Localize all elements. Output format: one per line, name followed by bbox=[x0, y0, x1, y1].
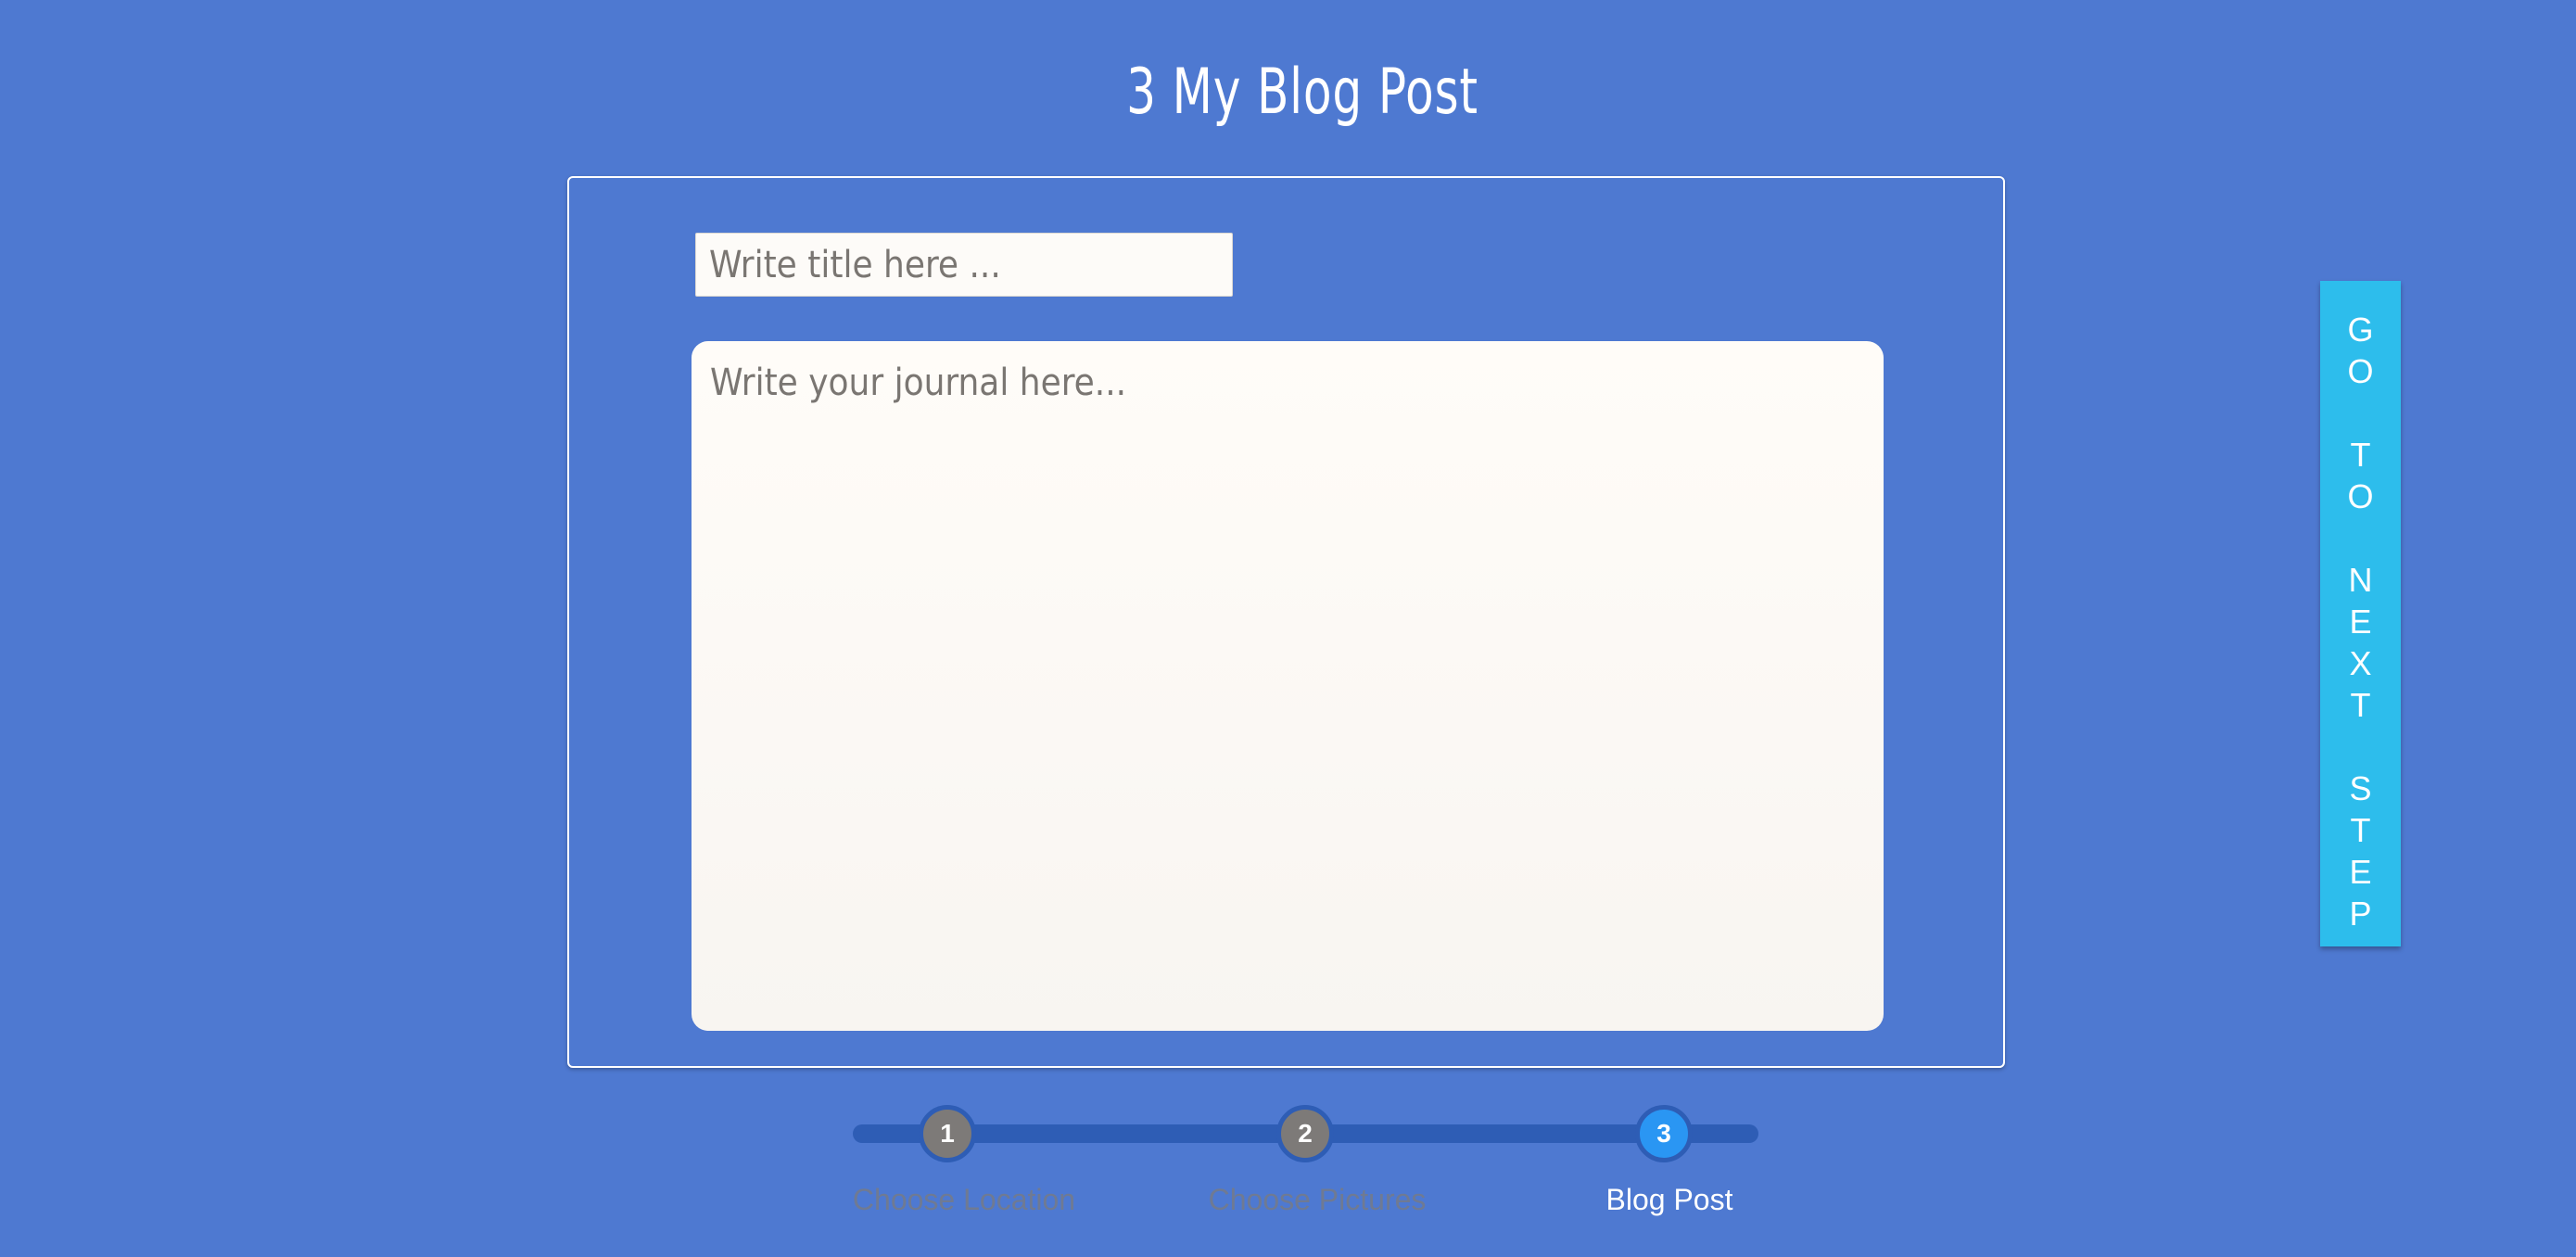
page-title: 3 My Blog Post bbox=[1126, 56, 1478, 129]
next-step-letter: T bbox=[2350, 436, 2371, 474]
next-step-letter: G bbox=[2347, 311, 2374, 349]
progress-step-3-label[interactable]: Blog Post bbox=[1503, 1183, 1836, 1217]
next-step-letter: X bbox=[2349, 644, 2372, 682]
next-step-letter: E bbox=[2349, 603, 2372, 641]
next-step-letter: T bbox=[2350, 811, 2371, 849]
go-to-next-step-button[interactable]: G O T O N E X T S T E P bbox=[2320, 281, 2401, 946]
progress-step-1-label[interactable]: Choose Location bbox=[797, 1183, 1131, 1217]
next-step-letter: O bbox=[2347, 352, 2374, 390]
journal-textarea[interactable] bbox=[692, 341, 1884, 1031]
progress-step-1-node[interactable]: 1 bbox=[919, 1105, 976, 1162]
next-step-letter: N bbox=[2348, 561, 2373, 599]
title-input[interactable] bbox=[695, 233, 1233, 297]
progress-step-3-node[interactable]: 3 bbox=[1635, 1105, 1693, 1162]
next-step-letter: O bbox=[2347, 477, 2374, 515]
progress-step-2-node[interactable]: 2 bbox=[1276, 1105, 1334, 1162]
progress-step-2-label[interactable]: Choose Pictures bbox=[1150, 1183, 1484, 1217]
next-step-letter: P bbox=[2349, 895, 2372, 933]
next-step-letter: S bbox=[2349, 769, 2372, 807]
next-step-letter: E bbox=[2349, 853, 2372, 891]
next-step-letter: T bbox=[2350, 686, 2371, 724]
next-step-label: G O T O N E X T S T E P bbox=[2320, 309, 2401, 934]
